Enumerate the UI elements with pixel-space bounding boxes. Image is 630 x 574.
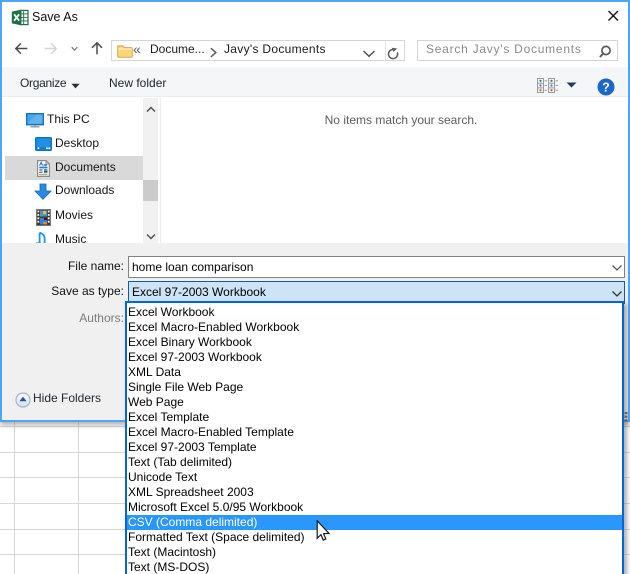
svg-text:?: ? (602, 80, 610, 94)
